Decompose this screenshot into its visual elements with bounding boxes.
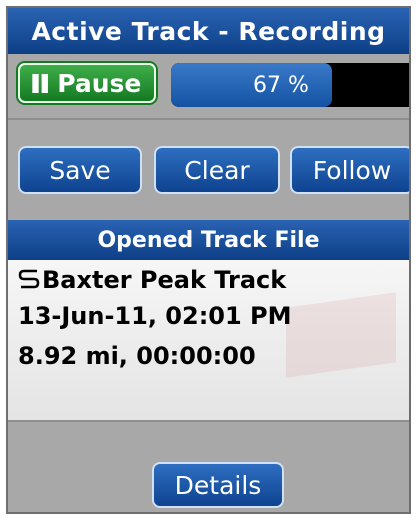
memory-progress-bar: 67 % <box>171 63 409 107</box>
track-stats: 8.92 mi, 00:00:00 <box>18 342 256 370</box>
clear-button[interactable]: Clear <box>154 146 280 194</box>
opened-track-header: Opened Track File <box>8 220 409 260</box>
pause-icon: ▌▌ <box>32 73 55 93</box>
track-date: 13-Jun-11, 02:01 PM <box>18 302 292 330</box>
divider <box>8 420 409 422</box>
opened-track-panel[interactable]: Baxter Peak Track 13-Jun-11, 02:01 PM 8.… <box>8 260 409 420</box>
track-name: Baxter Peak Track <box>42 266 287 294</box>
screen-title: Active Track - Recording <box>8 8 409 54</box>
pause-button[interactable]: ▌▌ Pause <box>18 63 156 103</box>
gps-screen: Active Track - Recording ▌▌ Pause 67 % S… <box>6 6 411 514</box>
track-name-row: Baxter Peak Track <box>18 266 286 294</box>
progress-text: 67 % <box>253 72 309 98</box>
divider <box>8 118 409 120</box>
details-button[interactable]: Details <box>152 462 284 508</box>
follow-button[interactable]: Follow <box>290 146 409 194</box>
save-button[interactable]: Save <box>18 146 142 194</box>
flag-watermark <box>286 292 396 378</box>
track-icon <box>18 269 40 289</box>
pause-button-label: Pause <box>57 68 142 98</box>
